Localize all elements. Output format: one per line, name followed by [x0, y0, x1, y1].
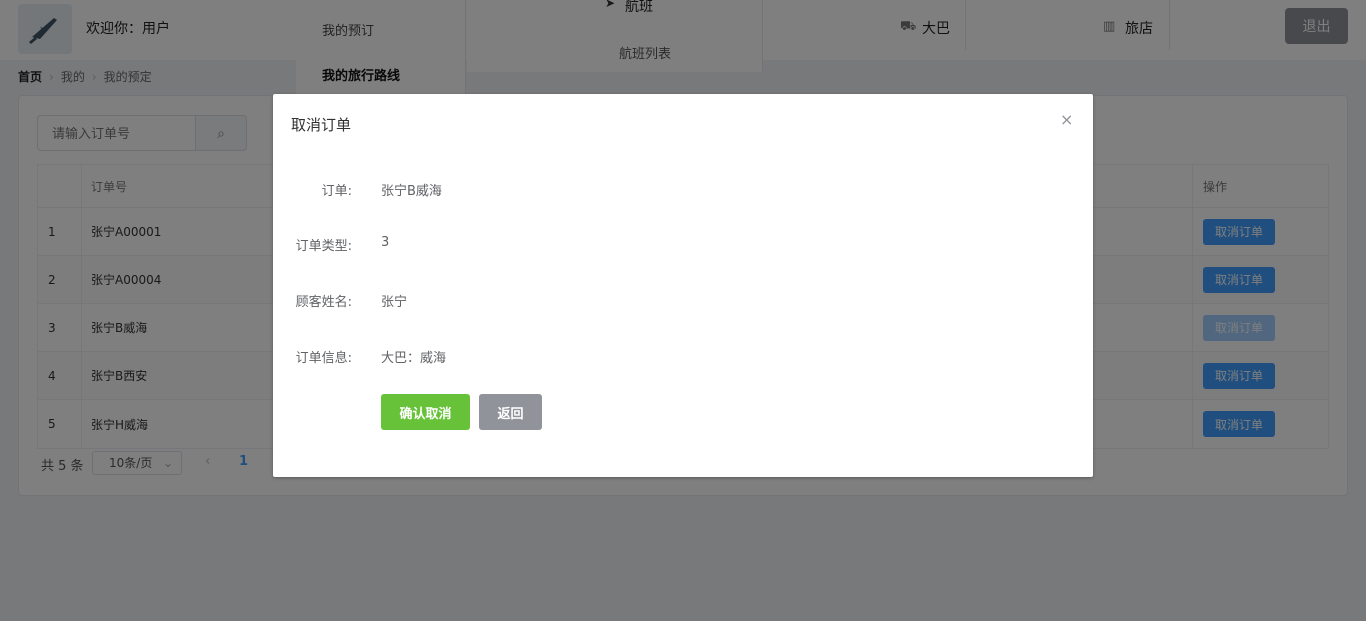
- field-label: 订单:: [321, 184, 352, 199]
- field-value: 张宁B威海: [381, 184, 442, 199]
- field-label: 顾客姓名:: [295, 295, 352, 310]
- dialog-title: 取消订单: [291, 116, 352, 134]
- field-label: 订单类型:: [295, 239, 352, 254]
- field-value: 大巴：威海: [381, 351, 447, 366]
- field-order-type: 订单类型: 3: [273, 235, 1073, 255]
- field-order: 订单: 张宁B威海: [273, 180, 1073, 200]
- field-value: 3: [381, 235, 390, 250]
- field-customer-name: 顾客姓名: 张宁: [273, 291, 1073, 311]
- cancel-order-dialog: 取消订单 × 订单: 张宁B威海 订单类型: 3 顾客姓名: 张宁 订单信息: …: [273, 94, 1093, 477]
- close-icon[interactable]: ×: [1060, 110, 1073, 129]
- field-order-info: 订单信息: 大巴：威海: [273, 347, 1073, 367]
- back-button[interactable]: 返回: [479, 394, 542, 430]
- field-label: 订单信息:: [295, 351, 352, 366]
- confirm-cancel-button[interactable]: 确认取消: [381, 394, 470, 430]
- field-value: 张宁: [381, 295, 408, 310]
